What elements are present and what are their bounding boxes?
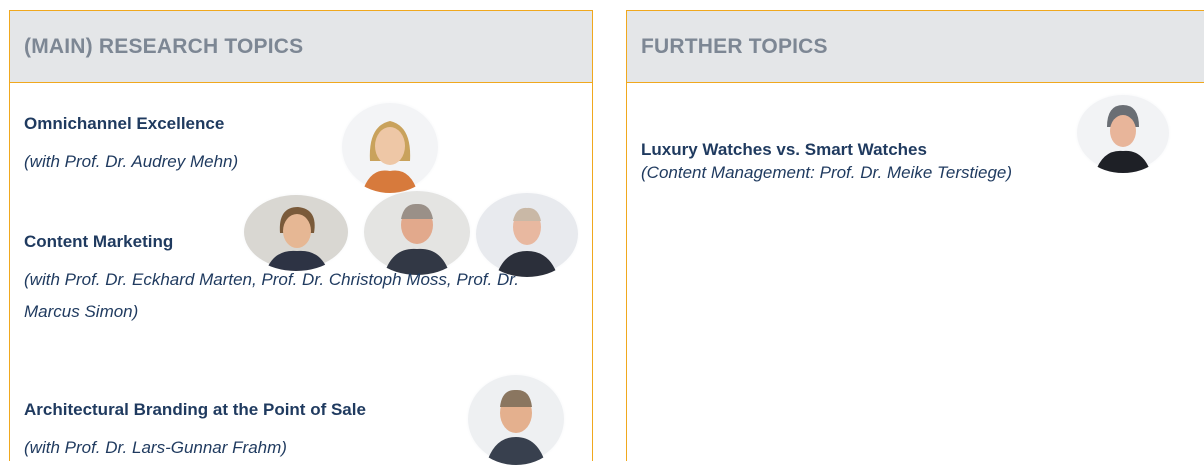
portrait-photo: [466, 373, 566, 465]
topic-subtitle-content-marketing: (with Prof. Dr. Eckhard Marten, Prof. Dr…: [24, 270, 520, 321]
main-research-topics-panel: (MAIN) RESEARCH TOPICS Omnichannel Excel…: [9, 10, 593, 465]
topic-title-architectural-branding: Architectural Branding at the Point of S…: [24, 400, 366, 419]
portrait-illustration: [364, 191, 470, 275]
portrait-illustration: [342, 103, 438, 193]
portrait-photo: [362, 189, 472, 275]
panel-header-main-research-topics: (MAIN) RESEARCH TOPICS: [10, 11, 592, 83]
further-topics-panel: FURTHER TOPICS Luxury Watches vs. Smart …: [626, 10, 1204, 461]
portrait-photo: [242, 193, 350, 271]
portrait-illustration: [468, 375, 564, 465]
portrait-illustration: [1077, 95, 1169, 173]
portrait-illustration: [244, 195, 348, 271]
topic-subtitle-omnichannel-excellence: (with Prof. Dr. Audrey Mehn): [24, 152, 239, 171]
topic-subtitle-architectural-branding: (with Prof. Dr. Lars-Gunnar Frahm): [24, 438, 287, 457]
topic-title-omnichannel-excellence: Omnichannel Excellence: [24, 114, 225, 133]
topic-title-content-marketing: Content Marketing: [24, 232, 174, 251]
portrait-photo: [1075, 93, 1171, 173]
panel-header-further-topics: FURTHER TOPICS: [627, 11, 1204, 83]
portrait-photo: [340, 101, 440, 193]
